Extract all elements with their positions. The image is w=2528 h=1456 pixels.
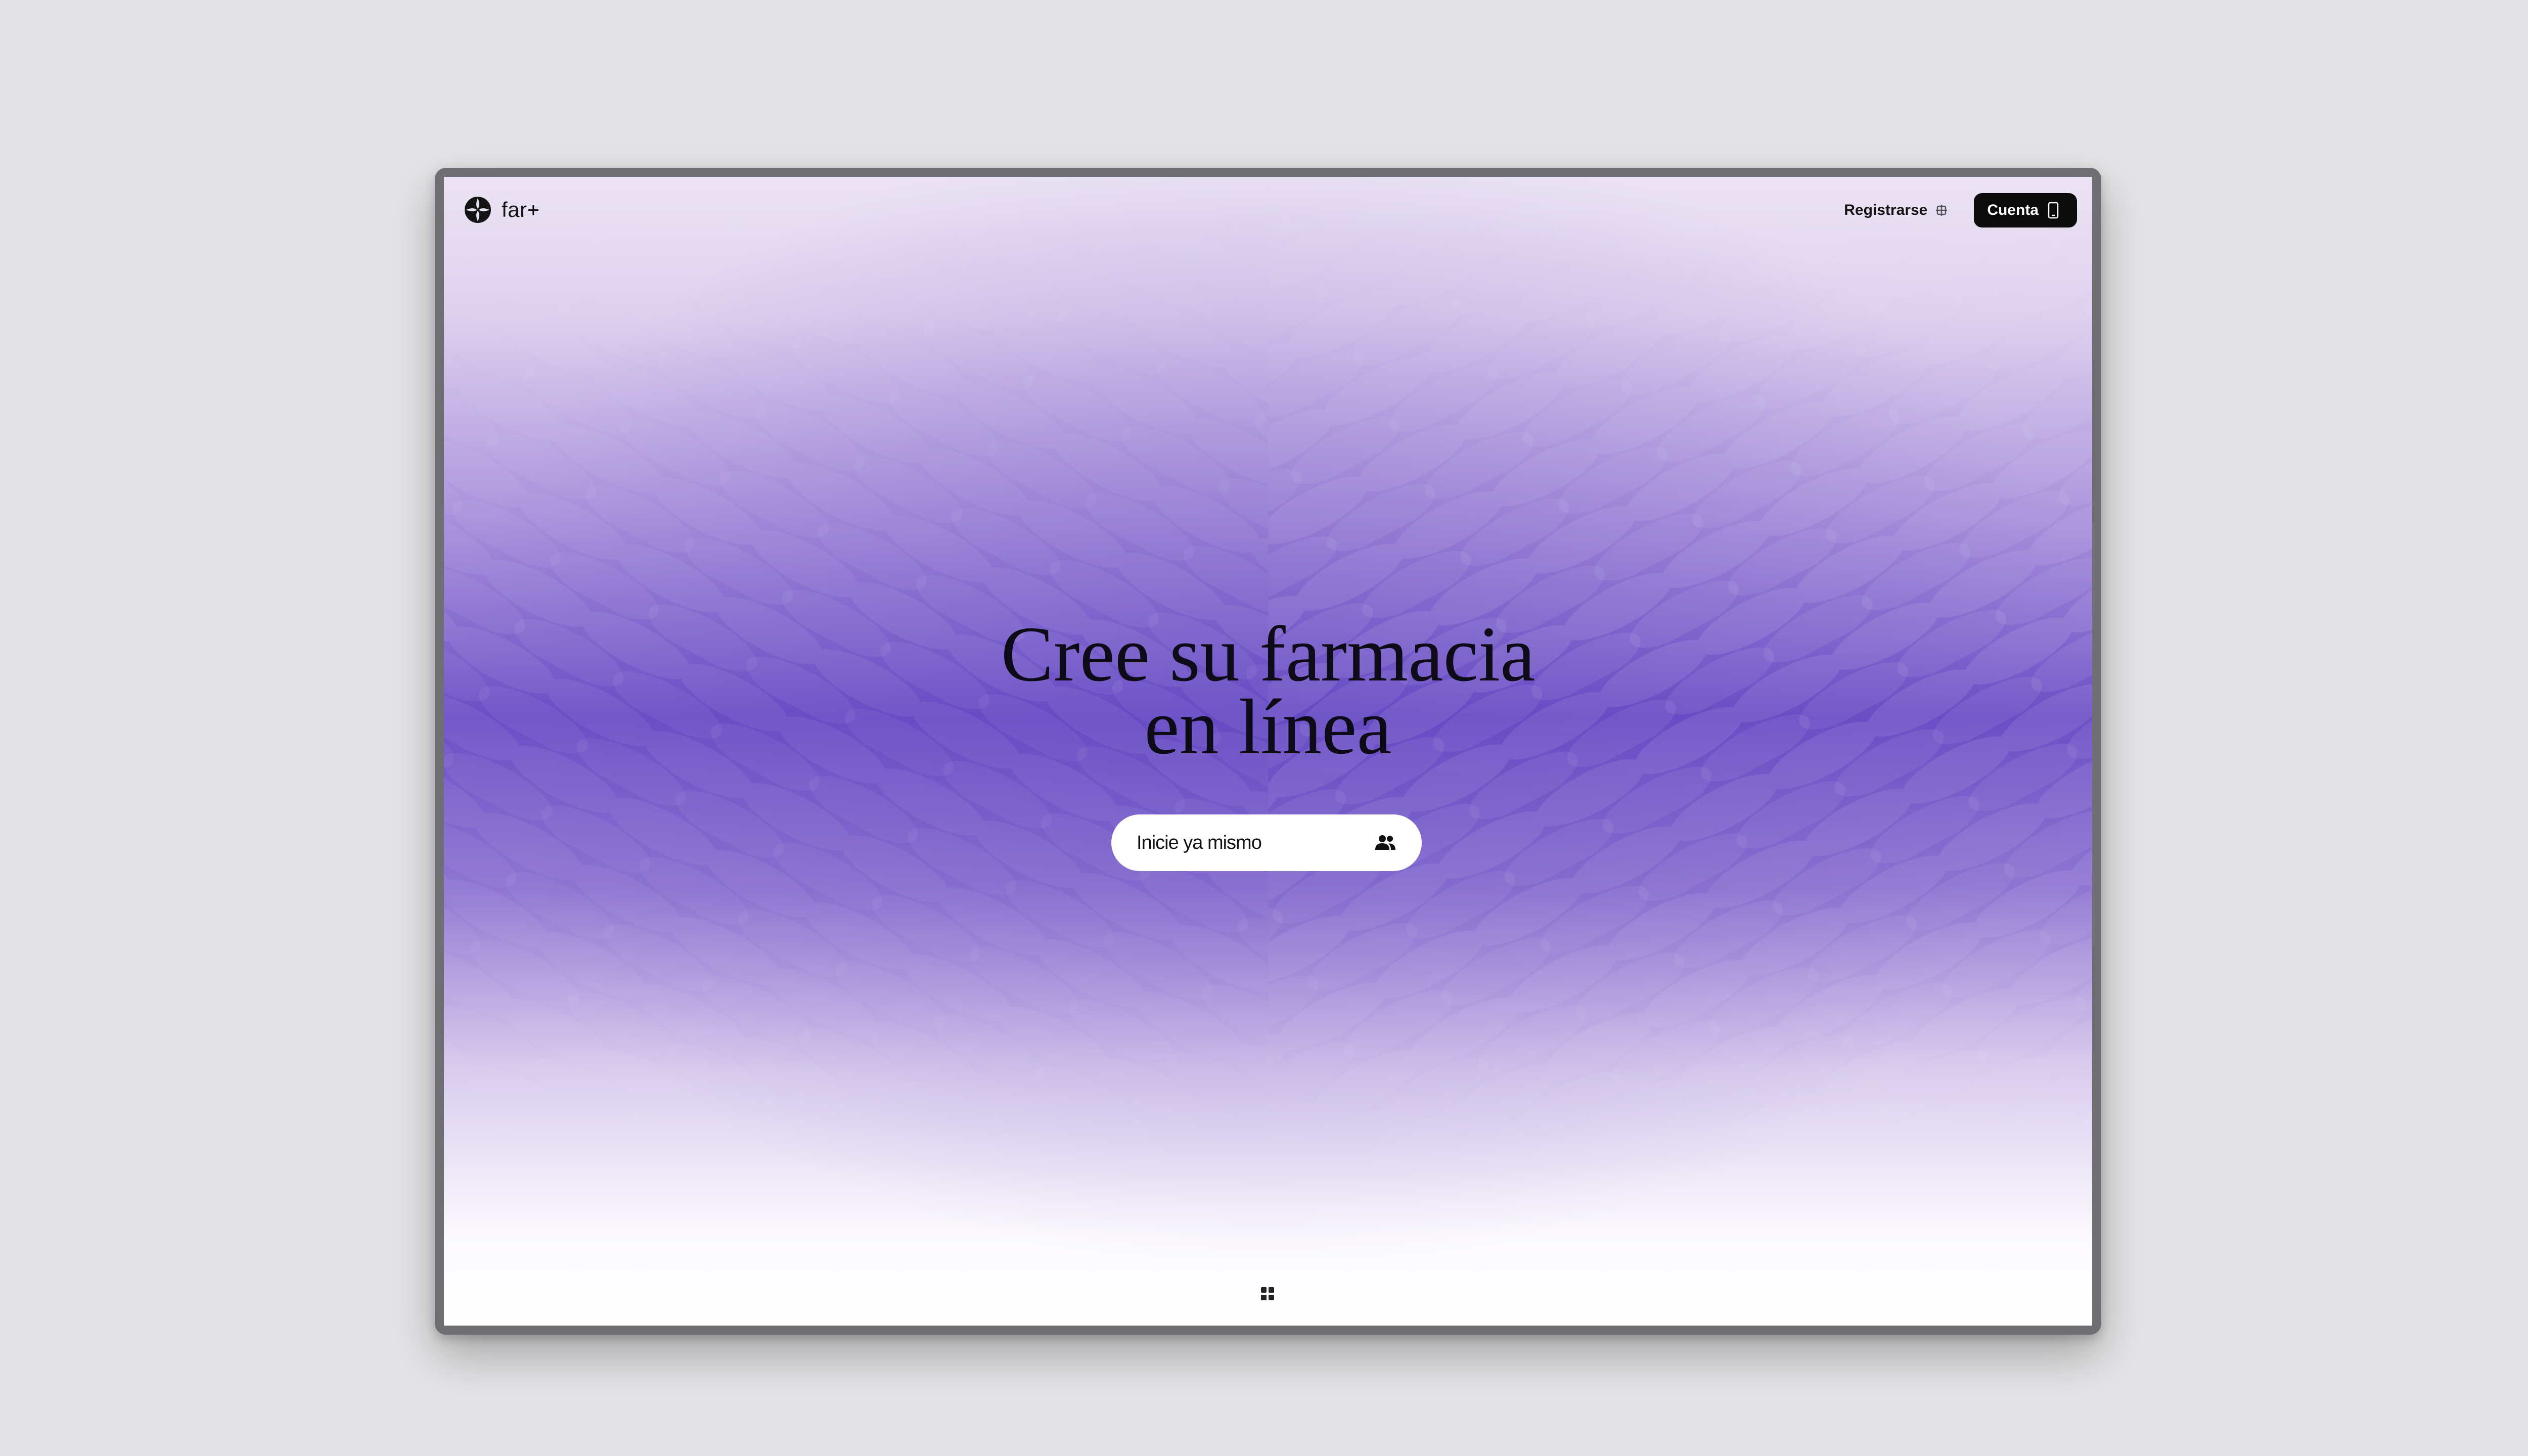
grid-icon[interactable] (1260, 1286, 1275, 1301)
account-label: Cuenta (1987, 202, 2039, 218)
brand-logo[interactable]: far+ (464, 196, 540, 223)
brand-name: far+ (502, 198, 540, 221)
hero-title-line-2: en línea (1144, 683, 1392, 770)
browser-screen: far+ Registrarse Cuenta Cree su farmacia… (444, 177, 2092, 1326)
hero-title: Cree su farmacia en línea (444, 610, 2092, 770)
device-frame: far+ Registrarse Cuenta Cree su farmacia… (435, 168, 2101, 1335)
get-started-label: Inicie ya mismo (1137, 832, 1262, 853)
hero-title-line-1: Cree su farmacia (1001, 610, 1536, 698)
phone-icon (2048, 202, 2059, 219)
users-icon (1375, 835, 1395, 850)
flower-logo-icon (465, 197, 491, 223)
get-started-button[interactable]: Inicie ya mismo (1111, 814, 1422, 871)
account-button[interactable]: Cuenta (1974, 193, 2077, 228)
register-link[interactable]: Registrarse (1844, 202, 1949, 219)
register-label: Registrarse (1844, 202, 1928, 218)
top-navigation: Registrarse Cuenta (1844, 193, 2077, 228)
plus-grid-icon (1936, 205, 1948, 216)
